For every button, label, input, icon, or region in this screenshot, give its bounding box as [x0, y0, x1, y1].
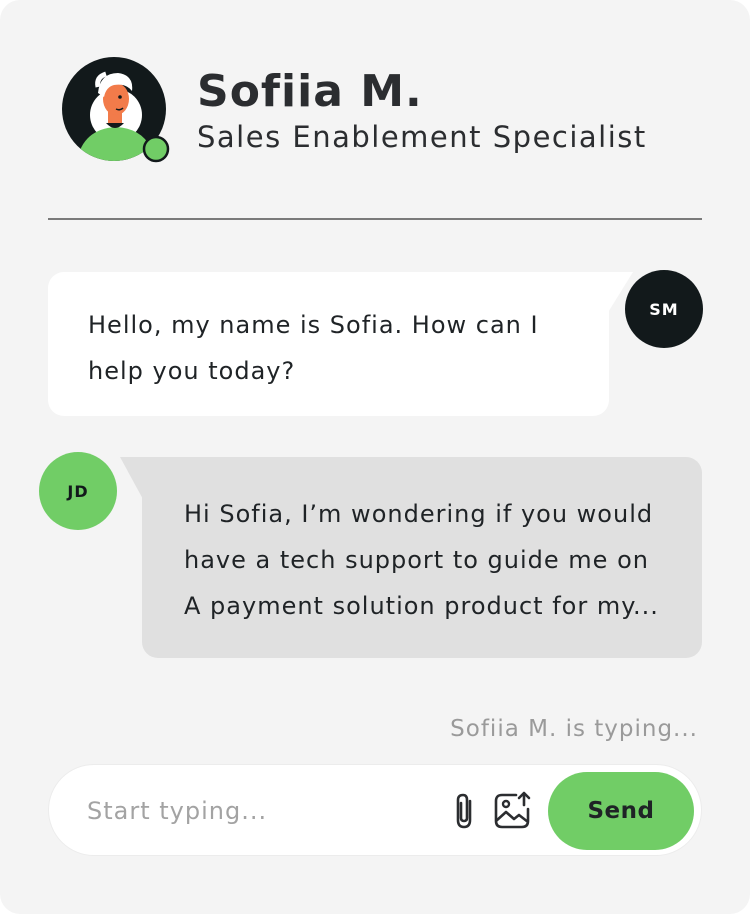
message-input[interactable]	[87, 787, 437, 835]
contact-role: Sales Enablement Specialist	[197, 120, 647, 154]
bubble-tail	[120, 457, 144, 501]
message-bubble-user: Hi Sofia, I’m wondering if you would hav…	[142, 457, 702, 658]
chat-card: Sofiia M. Sales Enablement Specialist He…	[0, 0, 750, 914]
message-text: Hello, my name is Sofia. How can I help …	[88, 311, 539, 385]
image-upload-button[interactable]	[492, 789, 532, 833]
typing-indicator: Sofiia M. is typing...	[450, 716, 698, 742]
message-text: Hi Sofia, I’m wondering if you would hav…	[184, 491, 694, 629]
sender-avatar-sm: SM	[625, 270, 703, 348]
send-button[interactable]: Send	[548, 772, 694, 850]
paperclip-icon	[456, 793, 472, 829]
header-divider	[48, 218, 702, 220]
online-status-dot	[142, 135, 170, 163]
contact-name: Sofiia M.	[197, 66, 423, 117]
message-line: Hi Sofia, I’m wondering if you would	[184, 500, 654, 528]
image-upload-icon	[494, 791, 531, 829]
attach-button[interactable]	[445, 789, 485, 833]
person-avatar-icon	[62, 57, 170, 163]
message-line: have a tech support to guide me on	[184, 546, 649, 574]
message-line: A payment solution product for my...	[184, 592, 659, 620]
sender-avatar-jd: JD	[39, 452, 117, 530]
message-bubble-agent: Hello, my name is Sofia. How can I help …	[48, 272, 609, 416]
message-composer: Send	[48, 764, 702, 856]
profile-avatar	[62, 57, 170, 165]
